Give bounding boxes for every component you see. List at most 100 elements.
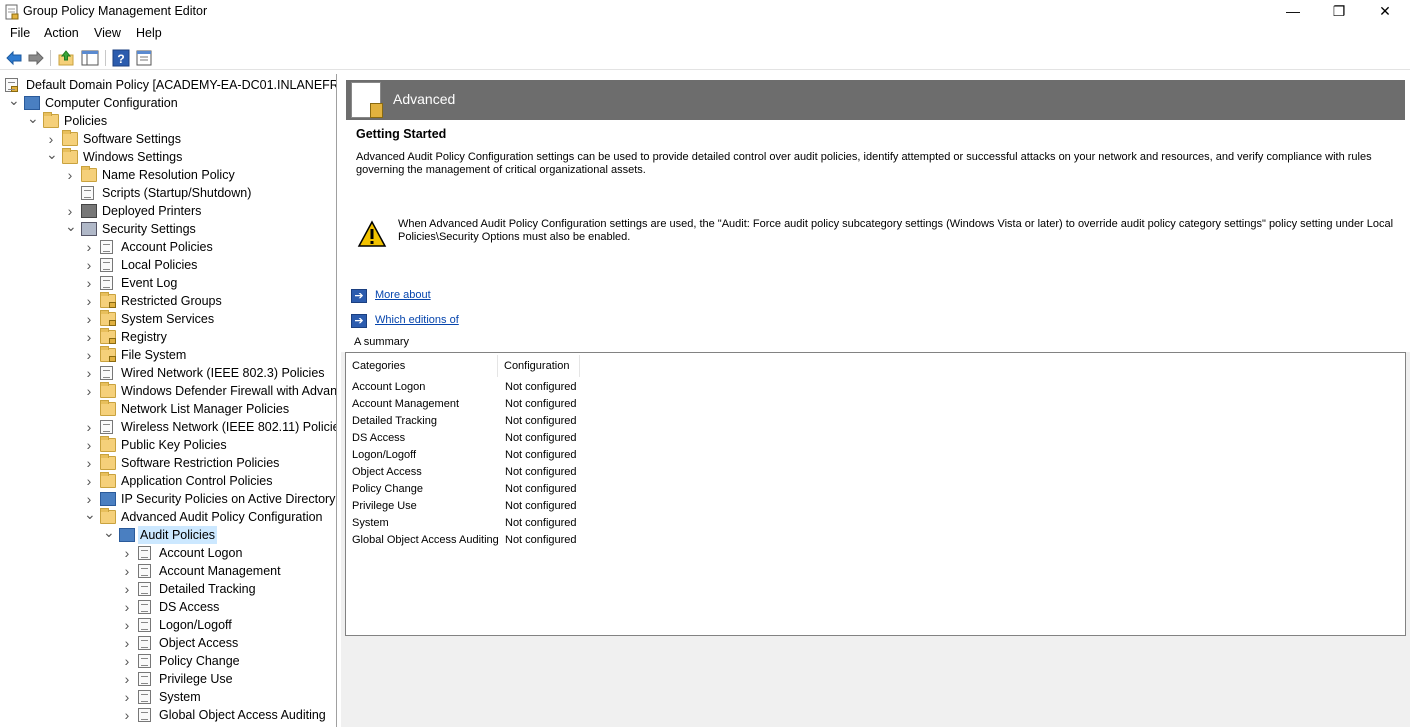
expand-chevron-icon[interactable]: ›	[84, 364, 94, 382]
forward-arrow-icon[interactable]	[27, 49, 45, 67]
tree-item[interactable]: ⌄ Windows Settings	[0, 147, 336, 166]
expand-chevron-icon[interactable]: ›	[84, 256, 94, 274]
restore-button[interactable]: ❐	[1316, 0, 1362, 24]
tree-item[interactable]: › Account Management	[0, 562, 336, 580]
policy-document-icon	[138, 582, 151, 596]
tree-item[interactable]: › Application Control Policies	[0, 472, 336, 490]
tree-item[interactable]: ⌄ Audit Policies	[0, 525, 336, 544]
properties-icon[interactable]	[135, 49, 153, 67]
collapse-chevron-icon[interactable]: ⌄	[103, 525, 115, 544]
column-header-configuration[interactable]: Configuration	[498, 355, 580, 377]
tree-item[interactable]: › Event Log	[0, 274, 336, 292]
summary-category-cell[interactable]: Account Management	[352, 396, 459, 413]
tree-item[interactable]: › Deployed Printers	[0, 202, 336, 220]
help-icon[interactable]: ?	[112, 49, 130, 67]
tree-item[interactable]: › System	[0, 688, 336, 706]
expand-chevron-icon[interactable]: ›	[65, 166, 75, 184]
expand-chevron-icon[interactable]: ›	[122, 652, 132, 670]
expand-chevron-icon[interactable]: ›	[122, 706, 132, 724]
collapse-chevron-icon[interactable]: ⌄	[46, 147, 58, 166]
summary-configuration-cell: Not configured	[505, 449, 577, 461]
console-tree[interactable]: Default Domain Policy [ACADEMY-EA-DC01.I…	[0, 74, 337, 727]
expand-chevron-icon[interactable]: ›	[122, 598, 132, 616]
summary-category-cell[interactable]: Policy Change	[352, 481, 423, 498]
up-folder-icon[interactable]	[57, 49, 75, 67]
expand-chevron-icon[interactable]: ›	[84, 346, 94, 364]
tree-item[interactable]: › Software Restriction Policies	[0, 454, 336, 472]
expand-chevron-icon[interactable]: ›	[84, 310, 94, 328]
summary-category-cell[interactable]: Object Access	[352, 464, 422, 481]
tree-item[interactable]: ⌄ Advanced Audit Policy Configuration	[0, 507, 336, 526]
expand-chevron-icon[interactable]: ›	[84, 436, 94, 454]
menu-help[interactable]: Help	[136, 26, 162, 40]
summary-configuration-cell: Not configured	[505, 432, 577, 444]
tree-item[interactable]: › Policy Change	[0, 652, 336, 670]
printer-icon	[81, 204, 97, 218]
tree-item[interactable]: › Windows Defender Firewall with Advanced…	[0, 382, 336, 400]
tree-item-label: Public Key Policies	[121, 438, 227, 452]
minimize-button[interactable]: —	[1270, 0, 1316, 24]
more-about-link[interactable]: More about	[375, 289, 431, 301]
tree-item[interactable]: ⌄ Computer Configuration	[0, 93, 336, 112]
tree-item[interactable]: Scripts (Startup/Shutdown)	[0, 184, 336, 202]
expand-chevron-icon[interactable]: ›	[84, 382, 94, 400]
expand-chevron-icon[interactable]: ›	[122, 562, 132, 580]
tree-item[interactable]: Default Domain Policy [ACADEMY-EA-DC01.I…	[0, 76, 336, 94]
expand-chevron-icon[interactable]: ›	[84, 292, 94, 310]
tree-item[interactable]: › Privilege Use	[0, 670, 336, 688]
collapse-chevron-icon[interactable]: ⌄	[27, 111, 39, 130]
expand-chevron-icon[interactable]: ›	[84, 238, 94, 256]
column-header-categories[interactable]: Categories	[346, 355, 498, 377]
tree-item[interactable]: › File System	[0, 346, 336, 364]
summary-category-cell[interactable]: Global Object Access Auditing	[352, 532, 499, 549]
tree-item[interactable]: › Wireless Network (IEEE 802.11) Policies	[0, 418, 336, 436]
expand-chevron-icon[interactable]: ›	[122, 670, 132, 688]
tree-item[interactable]: › Wired Network (IEEE 802.3) Policies	[0, 364, 336, 382]
summary-category-cell[interactable]: Privilege Use	[352, 498, 417, 515]
tree-item[interactable]: › Name Resolution Policy	[0, 166, 336, 184]
tree-item[interactable]: › Local Policies	[0, 256, 336, 274]
menu-action[interactable]: Action	[44, 26, 79, 40]
tree-item[interactable]: › Account Logon	[0, 544, 336, 562]
which-editions-link[interactable]: Which editions of	[375, 314, 459, 326]
tree-item[interactable]: › Public Key Policies	[0, 436, 336, 454]
tree-item[interactable]: › IP Security Policies on Active Director…	[0, 490, 336, 508]
tree-item[interactable]: › Global Object Access Auditing	[0, 706, 336, 724]
show-hide-tree-icon[interactable]	[81, 49, 99, 67]
expand-chevron-icon[interactable]: ›	[84, 472, 94, 490]
expand-chevron-icon[interactable]: ›	[84, 328, 94, 346]
expand-chevron-icon[interactable]: ›	[84, 418, 94, 436]
expand-chevron-icon[interactable]: ›	[122, 616, 132, 634]
collapse-chevron-icon[interactable]: ⌄	[84, 507, 96, 526]
tree-item[interactable]: › DS Access	[0, 598, 336, 616]
tree-item[interactable]: ⌄ Security Settings	[0, 219, 336, 238]
menu-view[interactable]: View	[94, 26, 121, 40]
summary-category-cell[interactable]: Logon/Logoff	[352, 447, 416, 464]
tree-item[interactable]: › Account Policies	[0, 238, 336, 256]
summary-category-cell[interactable]: Detailed Tracking	[352, 413, 437, 430]
menu-file[interactable]: File	[10, 26, 30, 40]
close-button[interactable]: ✕	[1362, 0, 1408, 24]
back-arrow-icon[interactable]	[5, 49, 23, 67]
expand-chevron-icon[interactable]: ›	[122, 688, 132, 706]
tree-item[interactable]: › Registry	[0, 328, 336, 346]
collapse-chevron-icon[interactable]: ⌄	[8, 93, 20, 112]
tree-item[interactable]: › Logon/Logoff	[0, 616, 336, 634]
collapse-chevron-icon[interactable]: ⌄	[65, 219, 77, 238]
tree-item[interactable]: › Restricted Groups	[0, 292, 336, 310]
tree-item[interactable]: Network List Manager Policies	[0, 400, 336, 418]
expand-chevron-icon[interactable]: ›	[122, 544, 132, 562]
expand-chevron-icon[interactable]: ›	[84, 454, 94, 472]
getting-started-heading: Getting Started	[356, 127, 447, 141]
tree-item[interactable]: › System Services	[0, 310, 336, 328]
tree-item[interactable]: › Object Access	[0, 634, 336, 652]
tree-item[interactable]: ⌄ Policies	[0, 111, 336, 130]
expand-chevron-icon[interactable]: ›	[122, 634, 132, 652]
summary-category-cell[interactable]: DS Access	[352, 430, 405, 447]
summary-category-cell[interactable]: System	[352, 515, 389, 532]
tree-item[interactable]: › Detailed Tracking	[0, 580, 336, 598]
expand-chevron-icon[interactable]: ›	[84, 274, 94, 292]
summary-category-cell[interactable]: Account Logon	[352, 379, 425, 396]
expand-chevron-icon[interactable]: ›	[122, 580, 132, 598]
tree-item-label: Detailed Tracking	[159, 582, 256, 596]
